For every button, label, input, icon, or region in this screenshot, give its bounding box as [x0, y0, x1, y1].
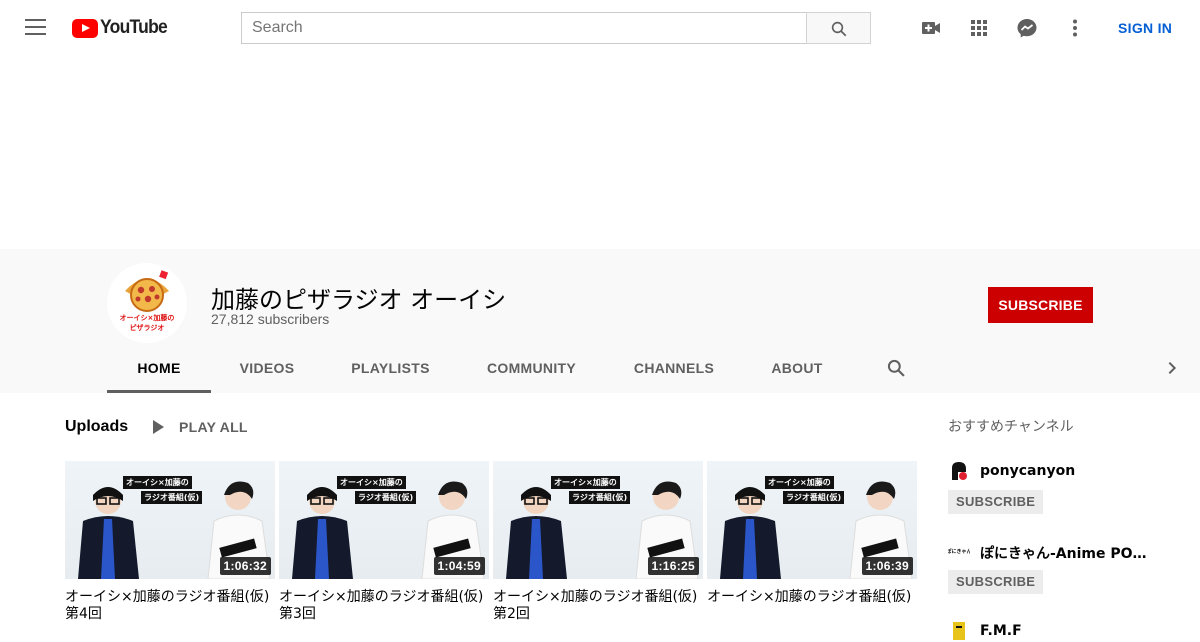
person-figure-left — [720, 487, 781, 579]
tab-about[interactable]: ABOUT — [762, 344, 832, 393]
subscriber-count: 27,812 subscribers — [211, 311, 330, 327]
video-duration: 1:06:39 — [861, 557, 913, 575]
create-video-icon[interactable] — [919, 16, 943, 40]
thumbnail-banner-top: オーイシ×加藤の — [337, 476, 406, 489]
video-duration: 1:04:59 — [433, 557, 485, 575]
fmf-avatar-icon — [948, 620, 970, 642]
play-all-label: PLAY ALL — [179, 419, 248, 435]
search-button[interactable] — [806, 12, 871, 44]
video-card[interactable]: オーイシ×加藤の ラジオ番組(仮) 1:04:59 オーイシ×加藤のラジオ番組(… — [279, 461, 489, 623]
person-figure-left — [292, 487, 353, 579]
svg-text:オーイシ×加藤の: オーイシ×加藤の — [120, 313, 175, 322]
youtube-play-icon — [72, 18, 98, 38]
person-figure-left — [506, 487, 567, 579]
tab-home[interactable]: HOME — [107, 344, 211, 393]
featured-channel-name[interactable]: ponycanyon — [980, 463, 1075, 479]
channel-title: 加藤のピザラジオ オーイシ — [211, 286, 507, 314]
video-title[interactable]: オーイシ×加藤のラジオ番組(仮) 第4回 — [65, 589, 275, 623]
youtube-logo[interactable]: YouTube — [72, 17, 173, 39]
featured-subscribe-button[interactable]: SUBSCRIBE — [948, 490, 1044, 514]
video-thumbnail[interactable]: オーイシ×加藤の ラジオ番組(仮) 1:06:32 — [65, 461, 275, 579]
logo-text: YouTube — [100, 17, 168, 38]
ponikyan-avatar-icon: ぽにきゃん — [948, 540, 970, 562]
video-card[interactable]: オーイシ×加藤の ラジオ番組(仮) 1:06:39 オーイシ×加藤のラジオ番組(… — [707, 461, 917, 606]
thumbnail-banner-top: オーイシ×加藤の — [765, 476, 834, 489]
svg-text:ぽにきゃん: ぽにきゃん — [948, 548, 970, 555]
video-title[interactable]: オーイシ×加藤のラジオ番組(仮) — [707, 589, 917, 606]
video-thumbnail[interactable]: オーイシ×加藤の ラジオ番組(仮) 1:16:25 — [493, 461, 703, 579]
video-title[interactable]: オーイシ×加藤のラジオ番組(仮) 第2回 — [493, 589, 703, 623]
banner-area — [0, 56, 1200, 249]
thumbnail-banner-bottom: ラジオ番組(仮) — [141, 491, 203, 504]
video-thumbnail[interactable]: オーイシ×加藤の ラジオ番組(仮) 1:06:39 — [707, 461, 917, 579]
sign-in-button[interactable]: SIGN IN — [1118, 20, 1172, 36]
search-icon — [831, 21, 847, 37]
featured-channels-heading: おすすめチャンネル — [948, 419, 1074, 435]
video-title[interactable]: オーイシ×加藤のラジオ番組(仮) 第3回 — [279, 589, 489, 623]
apps-icon[interactable] — [967, 16, 991, 40]
masthead: YouTube SIGN IN — [0, 0, 1200, 56]
thumbnail-banner-bottom: ラジオ番組(仮) — [355, 491, 417, 504]
menu-icon[interactable] — [25, 19, 46, 37]
thumbnail-banner-bottom: ラジオ番組(仮) — [783, 491, 845, 504]
video-card[interactable]: オーイシ×加藤の ラジオ番組(仮) 1:16:25 オーイシ×加藤のラジオ番組(… — [493, 461, 703, 623]
channel-search-icon[interactable] — [886, 358, 906, 378]
messages-icon[interactable] — [1015, 16, 1039, 40]
play-all-button[interactable]: PLAY ALL — [153, 419, 248, 435]
video-duration: 1:06:32 — [219, 557, 271, 575]
video-duration: 1:16:25 — [647, 557, 699, 575]
video-card[interactable]: オーイシ×加藤の ラジオ番組(仮) 1:06:32 オーイシ×加藤のラジオ番組(… — [65, 461, 275, 623]
person-figure-left — [78, 487, 139, 579]
search-input[interactable] — [241, 12, 807, 44]
chevron-right-icon[interactable] — [1164, 360, 1180, 376]
featured-channel-name[interactable]: ぽにきゃん-Anime PO… — [980, 543, 1147, 563]
tab-videos[interactable]: VIDEOS — [227, 344, 307, 393]
featured-channel-name[interactable]: F.M.F — [980, 623, 1022, 639]
featured-subscribe-button[interactable]: SUBSCRIBE — [948, 570, 1044, 594]
thumbnail-banner-top: オーイシ×加藤の — [123, 476, 192, 489]
tab-playlists[interactable]: PLAYLISTS — [343, 344, 438, 393]
uploads-heading[interactable]: Uploads — [65, 418, 128, 436]
subscribe-button[interactable]: SUBSCRIBE — [988, 287, 1093, 323]
ponycanyon-avatar-icon — [948, 460, 970, 482]
play-icon — [153, 420, 164, 434]
tab-channels[interactable]: CHANNELS — [627, 344, 721, 393]
tab-community[interactable]: COMMUNITY — [479, 344, 584, 393]
more-vert-icon[interactable] — [1063, 16, 1087, 40]
channel-avatar[interactable]: オーイシ×加藤の ピザラジオ — [107, 263, 187, 343]
channel-header: オーイシ×加藤の ピザラジオ 加藤のピザラジオ オーイシ 27,812 subs… — [0, 249, 1200, 393]
svg-text:ピザラジオ: ピザラジオ — [130, 323, 165, 332]
pizza-logo-icon: オーイシ×加藤の ピザラジオ — [107, 263, 187, 343]
video-thumbnail[interactable]: オーイシ×加藤の ラジオ番組(仮) 1:04:59 — [279, 461, 489, 579]
thumbnail-banner-bottom: ラジオ番組(仮) — [569, 491, 631, 504]
thumbnail-banner-top: オーイシ×加藤の — [551, 476, 620, 489]
